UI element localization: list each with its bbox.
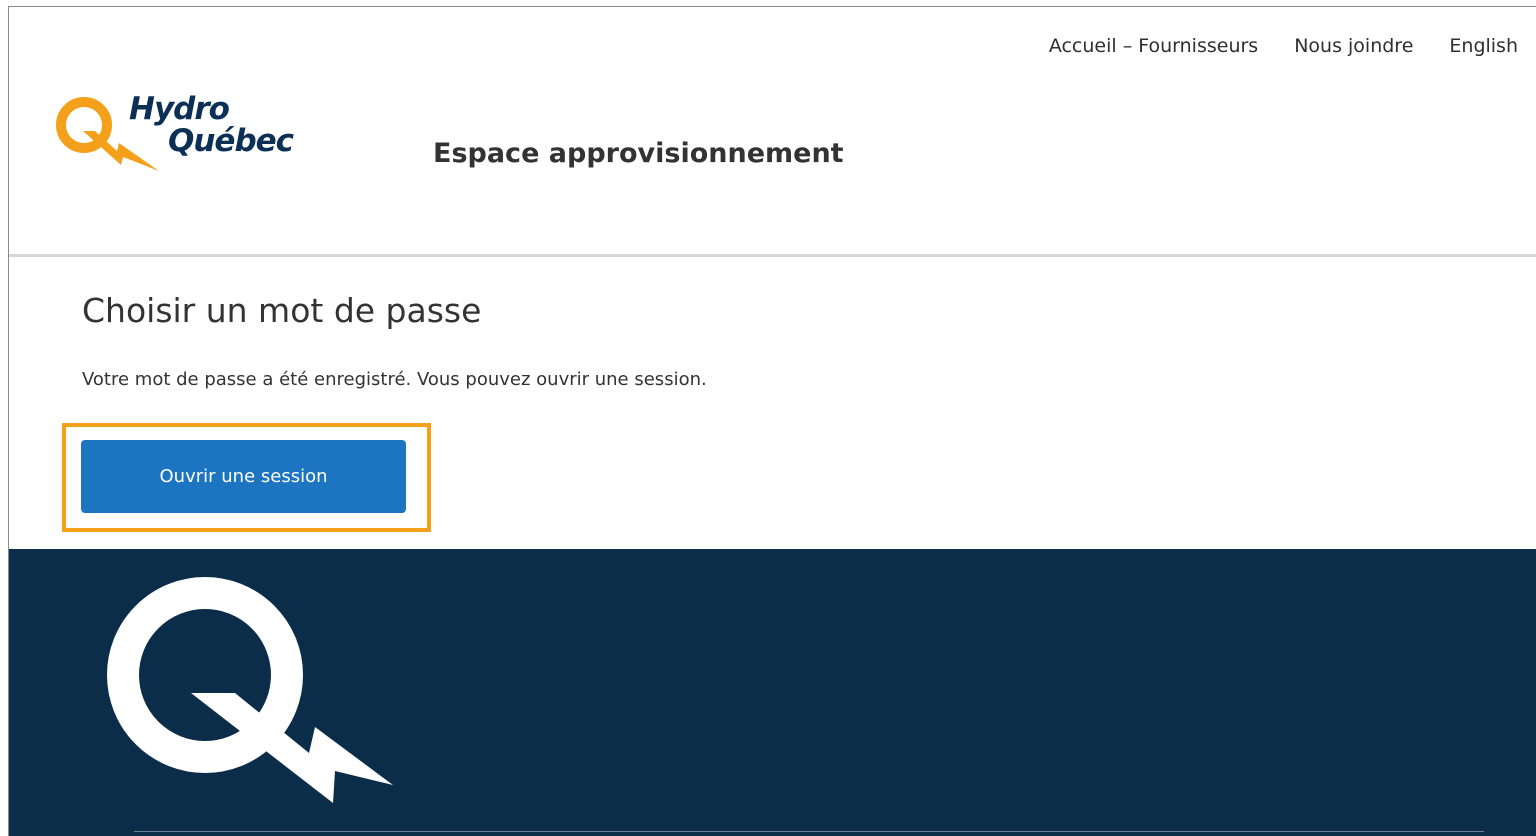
site-header: Accueil – Fournisseurs Nous joindre Engl…: [9, 7, 1536, 255]
hydro-quebec-footer-q-icon: [107, 577, 393, 803]
nav-link-accueil-fournisseurs[interactable]: Accueil – Fournisseurs: [1049, 35, 1258, 57]
page-title: Choisir un mot de passe: [82, 291, 482, 330]
site-title: Espace approvisionnement: [433, 138, 844, 169]
nav-link-nous-joindre[interactable]: Nous joindre: [1294, 35, 1413, 57]
logo-text-hydro: Hydro: [129, 91, 230, 127]
confirmation-message: Votre mot de passe a été enregistré. Vou…: [82, 369, 707, 390]
main-content: Choisir un mot de passe Votre mot de pas…: [9, 257, 1536, 549]
site-footer: [9, 549, 1536, 836]
login-button[interactable]: Ouvrir une session: [81, 440, 406, 513]
footer-divider: [134, 831, 1484, 832]
nav-link-english[interactable]: English: [1449, 35, 1518, 57]
top-nav: Accueil – Fournisseurs Nous joindre Engl…: [1049, 35, 1518, 57]
page: Accueil – Fournisseurs Nous joindre Engl…: [0, 0, 1536, 836]
hydro-quebec-logo[interactable]: Hydro Québec: [53, 91, 303, 181]
logo-text-quebec: Québec: [168, 123, 294, 159]
